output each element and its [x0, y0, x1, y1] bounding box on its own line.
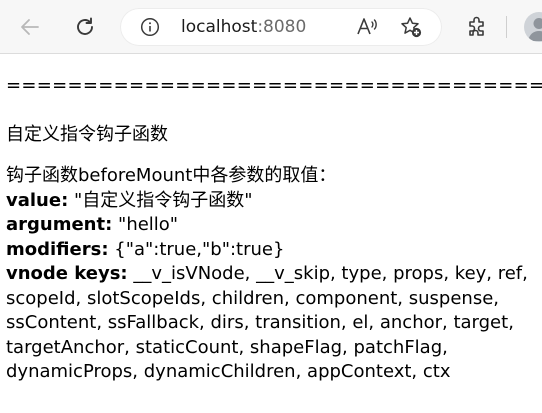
url-port: :8080: [257, 17, 307, 37]
address-bar[interactable]: localhost:8080: [120, 8, 442, 46]
argument-line: argument: "hello": [6, 213, 542, 238]
separator-line: ========================================…: [6, 75, 542, 96]
back-button[interactable]: [12, 9, 48, 45]
modifiers-text: {"a":true,"b":true}: [108, 238, 285, 260]
info-icon[interactable]: [140, 17, 160, 37]
vnode-keys-cont-3: targetAnchor, staticCount, shapeFlag, pa…: [6, 336, 448, 358]
browser-toolbar: localhost:8080: [0, 0, 542, 54]
vnode-keys-line: vnode keys: __v_isVNode, __v_skip, type,…: [6, 262, 542, 287]
extensions-icon[interactable]: [464, 14, 490, 40]
vnode-keys-label: vnode keys:: [6, 263, 128, 284]
url-text[interactable]: localhost:8080: [181, 8, 306, 46]
page-content: ========================================…: [6, 74, 542, 385]
reload-icon: [77, 17, 93, 35]
argument-label: argument:: [6, 214, 113, 235]
intro-line: 钩子函数beforeMount中各参数的取值：: [6, 165, 337, 186]
profile-avatar[interactable]: [524, 12, 542, 42]
vnode-keys-cont-4: dynamicProps, dynamicChildren, appContex…: [6, 361, 451, 382]
reload-button[interactable]: [67, 9, 103, 45]
modifiers-label: modifiers:: [6, 238, 109, 260]
toolbar-divider: [506, 16, 507, 38]
vnode-keys-text: __v_isVNode, __v_skip, type, props, key,…: [127, 263, 528, 284]
add-favorite-icon[interactable]: [399, 15, 423, 39]
vnode-keys-cont-2: ssContent, ssFallback, dirs, transition,…: [6, 312, 514, 333]
read-aloud-icon[interactable]: [355, 16, 379, 38]
profile-icon: [528, 18, 542, 41]
params-block: 钩子函数beforeMount中各参数的取值： value: "自定义指令钩子函…: [6, 164, 542, 385]
modifiers-line: modifiers: {"a":true,"b":true}: [6, 238, 542, 263]
argument-text: "hello": [112, 214, 179, 235]
url-host: localhost: [181, 17, 258, 37]
back-arrow-icon: [21, 19, 39, 35]
value-label: value:: [6, 189, 69, 211]
value-line: value: "自定义指令钩子函数": [6, 189, 542, 214]
value-text: "自定义指令钩子函数": [68, 189, 253, 211]
vnode-keys-cont-1: scopeId, slotScopeIds, children, compone…: [6, 287, 499, 309]
page-heading: 自定义指令钩子函数: [6, 123, 168, 145]
